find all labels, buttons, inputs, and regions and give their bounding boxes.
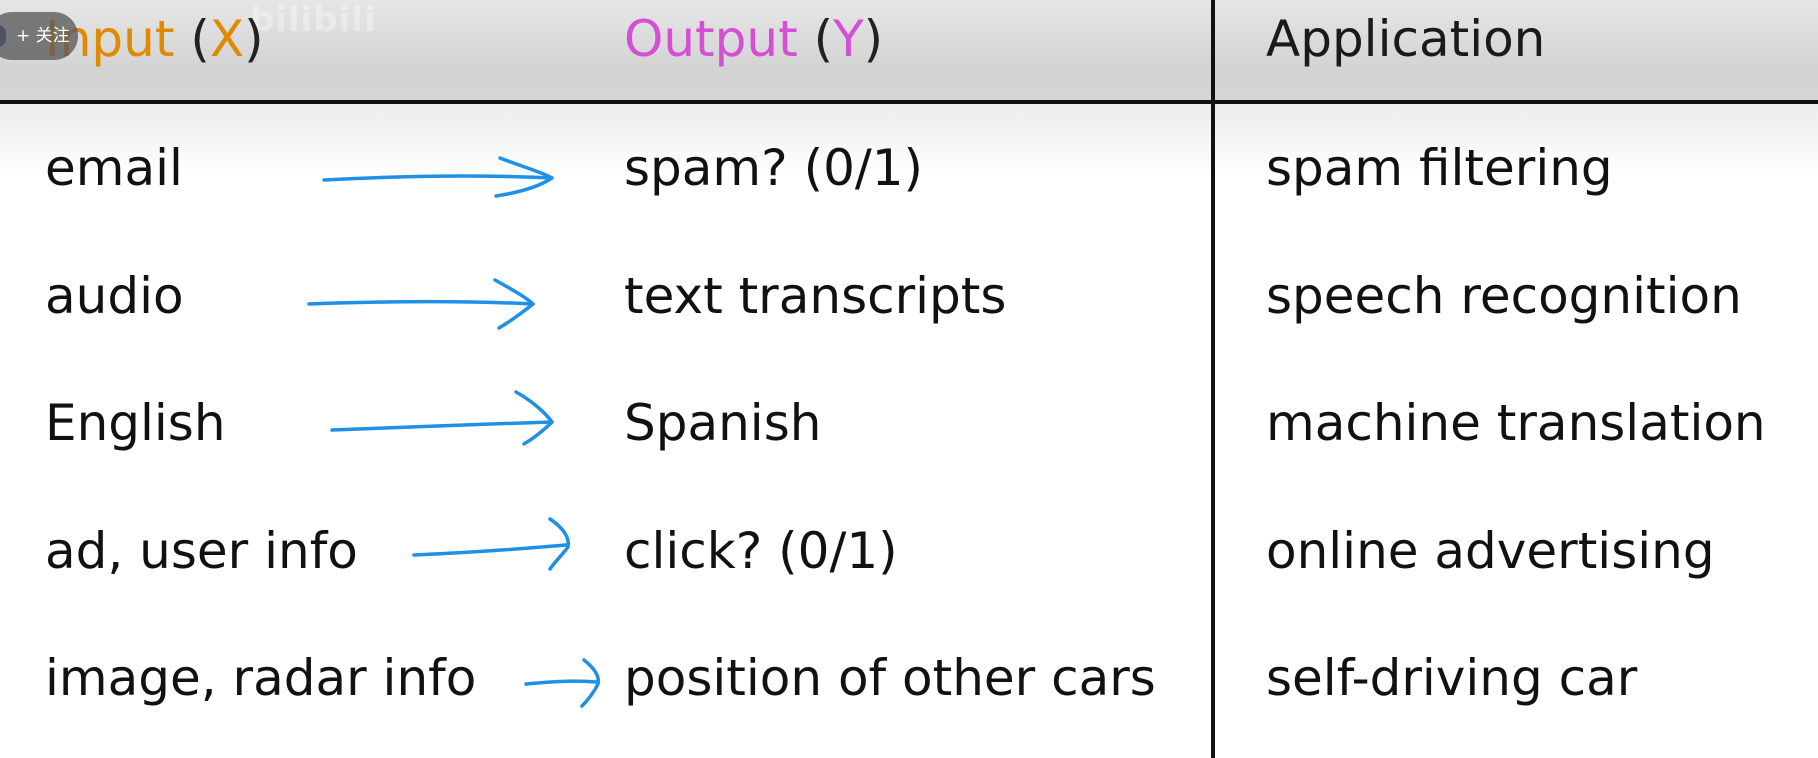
row-3-output: Spanish (624, 394, 822, 452)
header-input-variable: X (209, 10, 245, 68)
row-2-arrow-icon (307, 278, 535, 330)
row-1-output: spam? (0/1) (624, 139, 924, 197)
row-4-output: click? (0/1) (624, 522, 898, 580)
row-5-input: image, radar info (45, 649, 477, 707)
header-output-variable: Y (833, 10, 864, 68)
row-2-application: speech recognition (1266, 267, 1742, 325)
header-output-label: Output (624, 10, 798, 68)
row-5-application: self-driving car (1266, 649, 1638, 707)
header-output: Output (Y) (624, 10, 884, 68)
column-divider (1211, 0, 1215, 758)
row-4-application: online advertising (1266, 522, 1715, 580)
row-4-arrow-icon (412, 517, 571, 571)
follow-button[interactable]: + 关注 (0, 12, 78, 60)
row-2-input: audio (45, 267, 184, 325)
slide: bilibili Input (X) Output (Y) Applicatio… (0, 0, 1818, 758)
row-5-output: position of other cars (624, 649, 1156, 707)
watermark-logo: bilibili (250, 0, 377, 40)
row-1-input: email (45, 139, 183, 197)
row-3-application: machine translation (1266, 394, 1766, 452)
row-5-arrow-icon (524, 658, 601, 708)
row-4-input: ad, user info (45, 522, 358, 580)
row-1-arrow-icon (322, 156, 554, 198)
row-2-output: text transcripts (624, 267, 1007, 325)
row-3-arrow-icon (330, 390, 554, 446)
row-1-application: spam filtering (1266, 139, 1613, 197)
row-3-input: English (45, 394, 226, 452)
header-divider (0, 100, 1818, 104)
header-application: Application (1266, 10, 1546, 68)
